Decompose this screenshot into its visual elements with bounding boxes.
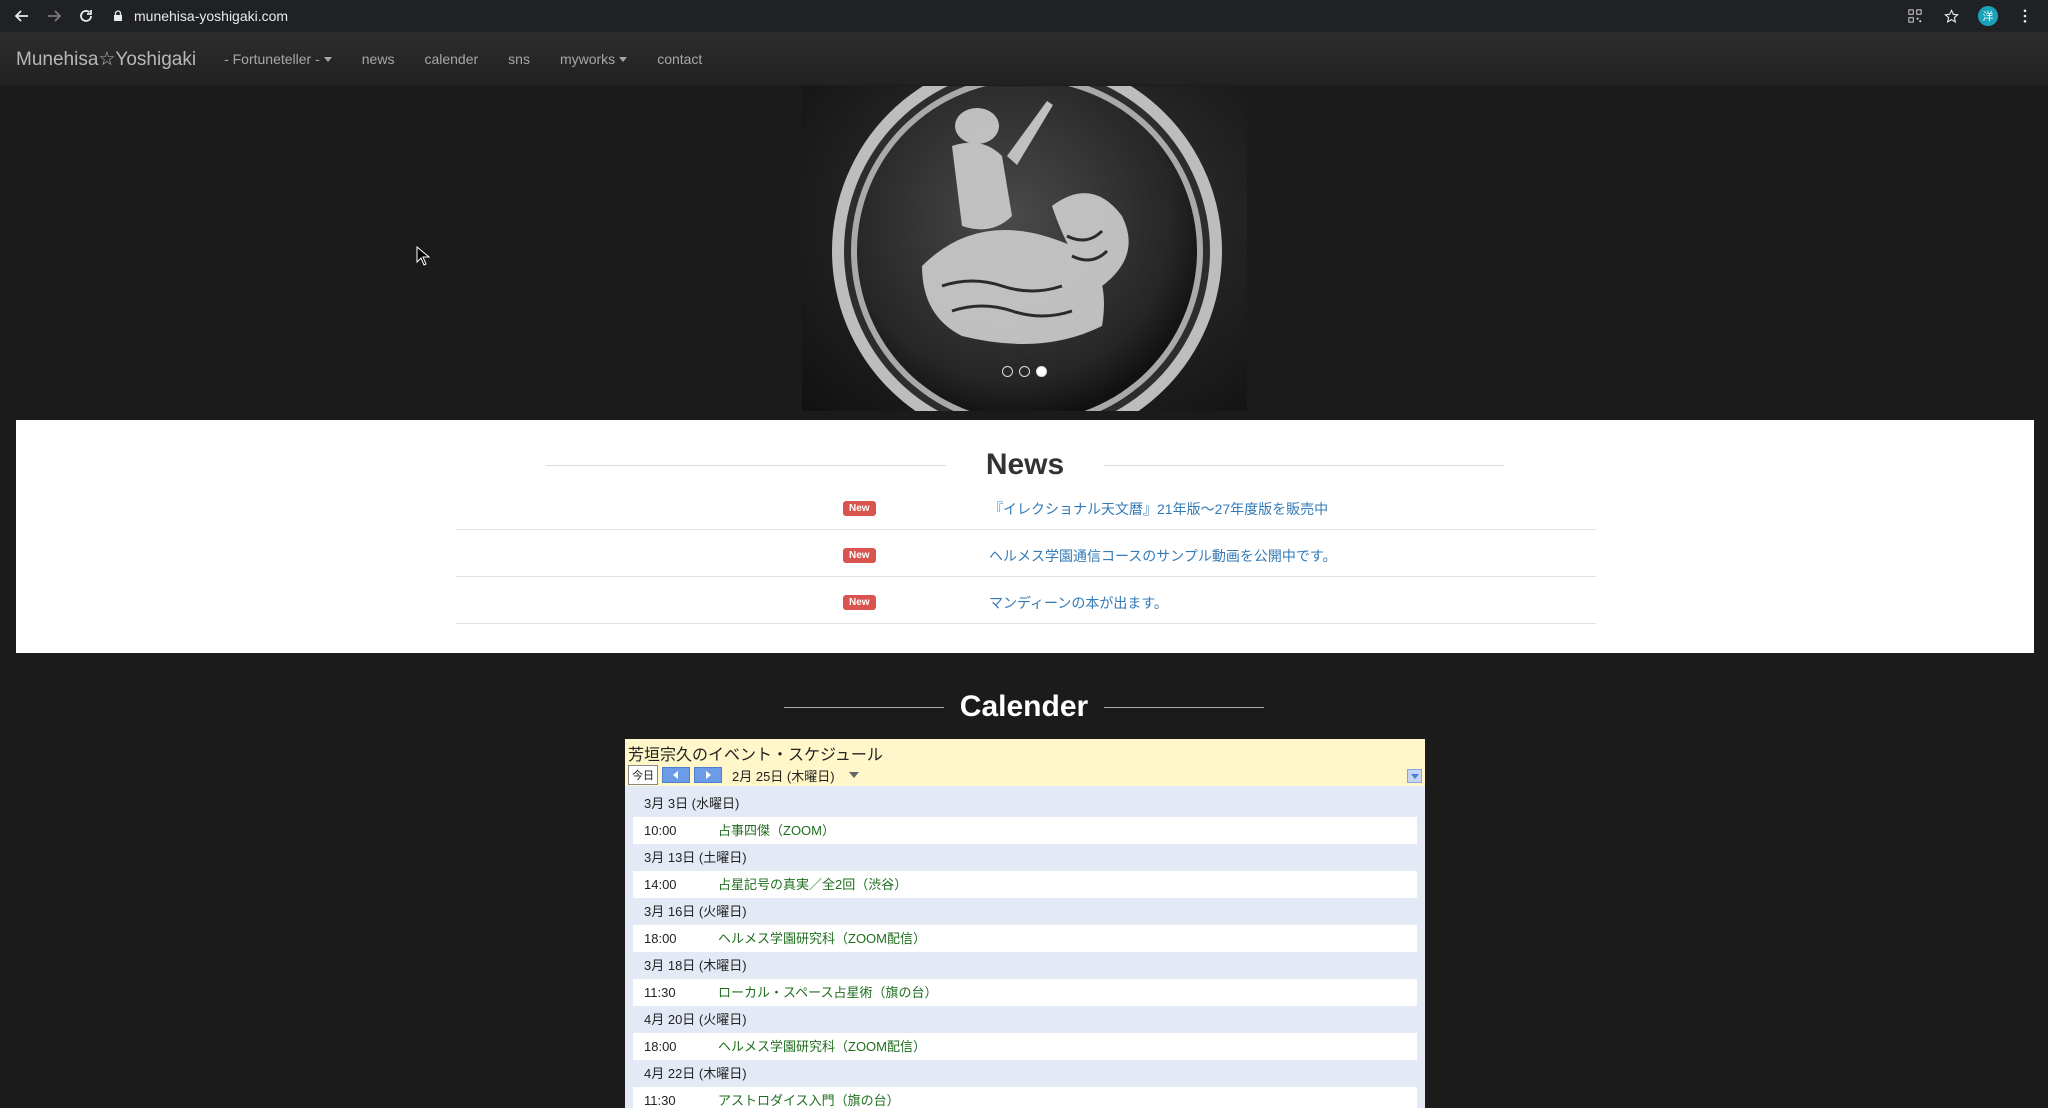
event-time: 18:00 xyxy=(644,1039,677,1054)
agenda-event[interactable]: 14:00 占星記号の真実／全2回（渋谷） xyxy=(633,871,1417,898)
today-button[interactable]: 今日 xyxy=(628,765,658,785)
news-section: News New 『イレクショナル天文暦』21年版〜27年度版を販売中 New … xyxy=(16,420,2034,653)
qr-code-icon[interactable] xyxy=(1906,7,1924,25)
news-heading: News xyxy=(985,448,1065,481)
agenda-day: 3月 13日 (土曜日) xyxy=(644,850,747,865)
event-title[interactable]: 占事四傑（ZOOM） xyxy=(718,817,835,844)
triangle-left-icon xyxy=(673,771,678,779)
event-time: 10:00 xyxy=(644,823,677,838)
prev-button[interactable] xyxy=(662,767,690,783)
news-item: New ヘルメス学園通信コースのサンプル動画を公開中です。 xyxy=(456,530,1596,577)
forward-icon[interactable] xyxy=(44,6,64,26)
new-badge: New xyxy=(843,548,876,563)
agenda-event[interactable]: 11:30 ローカル・スペース占星術（旗の台） xyxy=(633,979,1417,1006)
calendar-menu-button[interactable] xyxy=(1407,769,1422,783)
embedded-calendar: 芳垣宗久のイベント・スケジュール 今日 2月 25日 (木曜日) 3月 3日 (… xyxy=(625,739,1425,1108)
nav-label: sns xyxy=(508,51,530,67)
agenda-event[interactable]: 10:00 占事四傑（ZOOM） xyxy=(633,817,1417,844)
event-time: 11:30 xyxy=(644,985,676,1000)
event-title[interactable]: アストロダイス入門（旗の台） xyxy=(718,1087,900,1108)
agenda-day: 3月 16日 (火曜日) xyxy=(644,904,747,919)
back-icon[interactable] xyxy=(12,6,32,26)
news-link[interactable]: 『イレクショナル天文暦』21年版〜27年度版を販売中 xyxy=(989,499,1328,519)
agenda-day: 3月 3日 (水曜日) xyxy=(644,796,740,811)
more-menu-icon[interactable] xyxy=(2016,7,2034,25)
nav-label: calender xyxy=(424,51,479,67)
triangle-right-icon xyxy=(706,771,711,779)
browser-toolbar: munehisa-yoshigaki.com 洋 xyxy=(0,0,2048,33)
nav-calender[interactable]: calender xyxy=(424,51,478,67)
agenda-event[interactable]: 11:30 アストロダイス入門（旗の台） xyxy=(633,1087,1417,1108)
news-item: New 『イレクショナル天文暦』21年版〜27年度版を販売中 xyxy=(456,483,1596,530)
news-item: New マンディーンの本が出ます。 xyxy=(456,577,1596,624)
divider xyxy=(1104,706,1265,708)
event-title[interactable]: ヘルメス学園研究科（ZOOM配信） xyxy=(718,1033,926,1060)
carousel-indicators xyxy=(1002,366,1047,377)
nav-label: news xyxy=(361,51,395,67)
event-title[interactable]: 占星記号の真実／全2回（渋谷） xyxy=(718,871,907,898)
agenda-event[interactable]: 18:00 ヘルメス学園研究科（ZOOM配信） xyxy=(633,925,1417,952)
agenda-day: 4月 22日 (木曜日) xyxy=(644,1066,747,1081)
coin-image xyxy=(832,86,1222,411)
nav-sns[interactable]: sns xyxy=(508,51,530,67)
profile-avatar[interactable]: 洋 xyxy=(1978,6,1998,26)
hero-carousel[interactable] xyxy=(802,86,1247,411)
calendar-name: 芳垣宗久のイベント・スケジュール xyxy=(628,747,883,764)
divider xyxy=(545,464,946,466)
agenda-list: 3月 3日 (水曜日) 10:00 占事四傑（ZOOM） 3月 13日 (土曜日… xyxy=(625,786,1425,1108)
nav-label: myworks xyxy=(559,51,616,67)
caret-down-icon xyxy=(323,56,332,62)
event-time: 11:30 xyxy=(644,1093,676,1108)
event-time: 14:00 xyxy=(644,877,677,892)
lock-icon xyxy=(114,10,122,21)
new-badge: New xyxy=(843,595,876,610)
reload-icon[interactable] xyxy=(76,6,96,26)
new-badge: New xyxy=(843,501,876,516)
chevron-down-icon xyxy=(1410,773,1419,779)
nav-contact[interactable]: contact xyxy=(657,51,702,67)
calendar-heading: Calender xyxy=(959,690,1089,723)
next-button[interactable] xyxy=(694,767,722,783)
event-time: 18:00 xyxy=(644,931,677,946)
mouse-cursor-icon xyxy=(416,246,430,266)
nav-label: contact xyxy=(657,51,703,67)
address-bar[interactable]: munehisa-yoshigaki.com xyxy=(112,4,288,28)
divider xyxy=(783,706,944,708)
url-text: munehisa-yoshigaki.com xyxy=(134,8,289,24)
event-title[interactable]: ローカル・スペース占星術（旗の台） xyxy=(718,979,937,1006)
agenda-event[interactable]: 18:00 ヘルメス学園研究科（ZOOM配信） xyxy=(633,1033,1417,1060)
site-navbar: Munehisa☆Yoshigaki - Fortuneteller - new… xyxy=(0,33,2048,85)
bookmark-star-icon[interactable] xyxy=(1942,7,1960,25)
nav-news[interactable]: news xyxy=(362,51,395,67)
news-link[interactable]: マンディーンの本が出ます。 xyxy=(989,593,1168,613)
agenda-day: 3月 18日 (木曜日) xyxy=(644,958,747,973)
divider xyxy=(1104,464,1505,466)
carousel-dot[interactable] xyxy=(1019,366,1030,377)
news-link[interactable]: ヘルメス学園通信コースのサンプル動画を公開中です。 xyxy=(989,546,1336,566)
nav-label: - Fortuneteller - xyxy=(224,51,320,67)
agenda-day: 4月 20日 (火曜日) xyxy=(644,1012,747,1027)
nav-myworks[interactable]: myworks xyxy=(559,51,628,67)
event-title[interactable]: ヘルメス学園研究科（ZOOM配信） xyxy=(718,925,926,952)
carousel-dot[interactable] xyxy=(1002,366,1013,377)
date-dropdown-icon[interactable] xyxy=(848,772,859,778)
current-date: 2月 25日 (木曜日) xyxy=(732,768,835,784)
calendar-header: 芳垣宗久のイベント・スケジュール 今日 2月 25日 (木曜日) xyxy=(625,739,1425,786)
brand-link[interactable]: Munehisa☆Yoshigaki xyxy=(16,48,196,71)
nav-fortuneteller[interactable]: - Fortuneteller - xyxy=(224,51,332,67)
caret-down-icon xyxy=(619,56,628,62)
carousel-dot-active[interactable] xyxy=(1036,366,1047,377)
